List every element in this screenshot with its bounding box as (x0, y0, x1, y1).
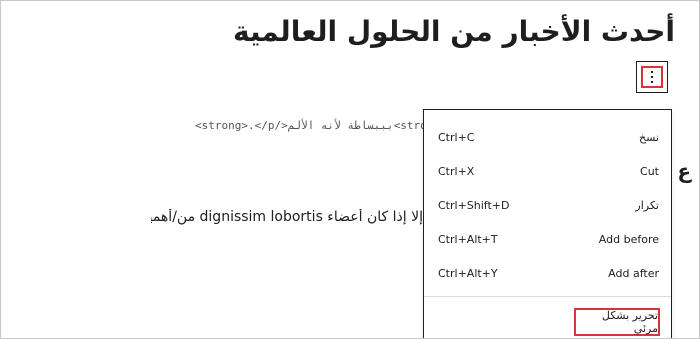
html-code-line[interactable]: <strong>.</p/>بببساطة لأنه الألم<strong> (195, 119, 447, 132)
highlight-box (641, 66, 663, 88)
menu-item-copy[interactable]: Ctrl+C نسخ (424, 120, 671, 154)
menu-item-add-after[interactable]: Ctrl+Alt+Y Add after (424, 256, 671, 290)
menu-shortcut: Ctrl+X (438, 164, 475, 178)
more-options-button[interactable] (636, 61, 668, 93)
post-title[interactable]: أحدث الأخبار من الحلول العالمية (233, 15, 675, 48)
menu-divider (424, 296, 671, 297)
menu-label: تكرار (635, 198, 659, 212)
menu-label: نسخ (639, 130, 659, 144)
menu-label: Add after (608, 266, 659, 280)
menu-label: Cut (640, 164, 659, 178)
menu-item-edit-visually[interactable]: تحرير بشكل مرئي (574, 308, 660, 336)
menu-shortcut: Ctrl+Shift+D (438, 198, 510, 212)
menu-shortcut: Ctrl+Alt+T (438, 232, 498, 246)
paragraph-text[interactable]: إلا إذا كان أعضاء dignissim lobortis من/… (151, 209, 423, 225)
vertical-ellipsis-icon (651, 71, 653, 83)
heading-fragment: ع (677, 159, 691, 183)
block-options-menu: Ctrl+C نسخ Ctrl+X Cut Ctrl+Shift+D تكرار… (423, 109, 672, 338)
menu-label: Add before (598, 232, 659, 246)
menu-item-add-before[interactable]: Ctrl+Alt+T Add before (424, 222, 671, 256)
menu-item-cut[interactable]: Ctrl+X Cut (424, 154, 671, 188)
menu-shortcut: Ctrl+Alt+Y (438, 266, 498, 280)
menu-item-duplicate[interactable]: Ctrl+Shift+D تكرار (424, 188, 671, 222)
menu-shortcut: Ctrl+C (438, 130, 475, 144)
editor-canvas: أحدث الأخبار من الحلول العالمية <strong>… (0, 0, 700, 339)
